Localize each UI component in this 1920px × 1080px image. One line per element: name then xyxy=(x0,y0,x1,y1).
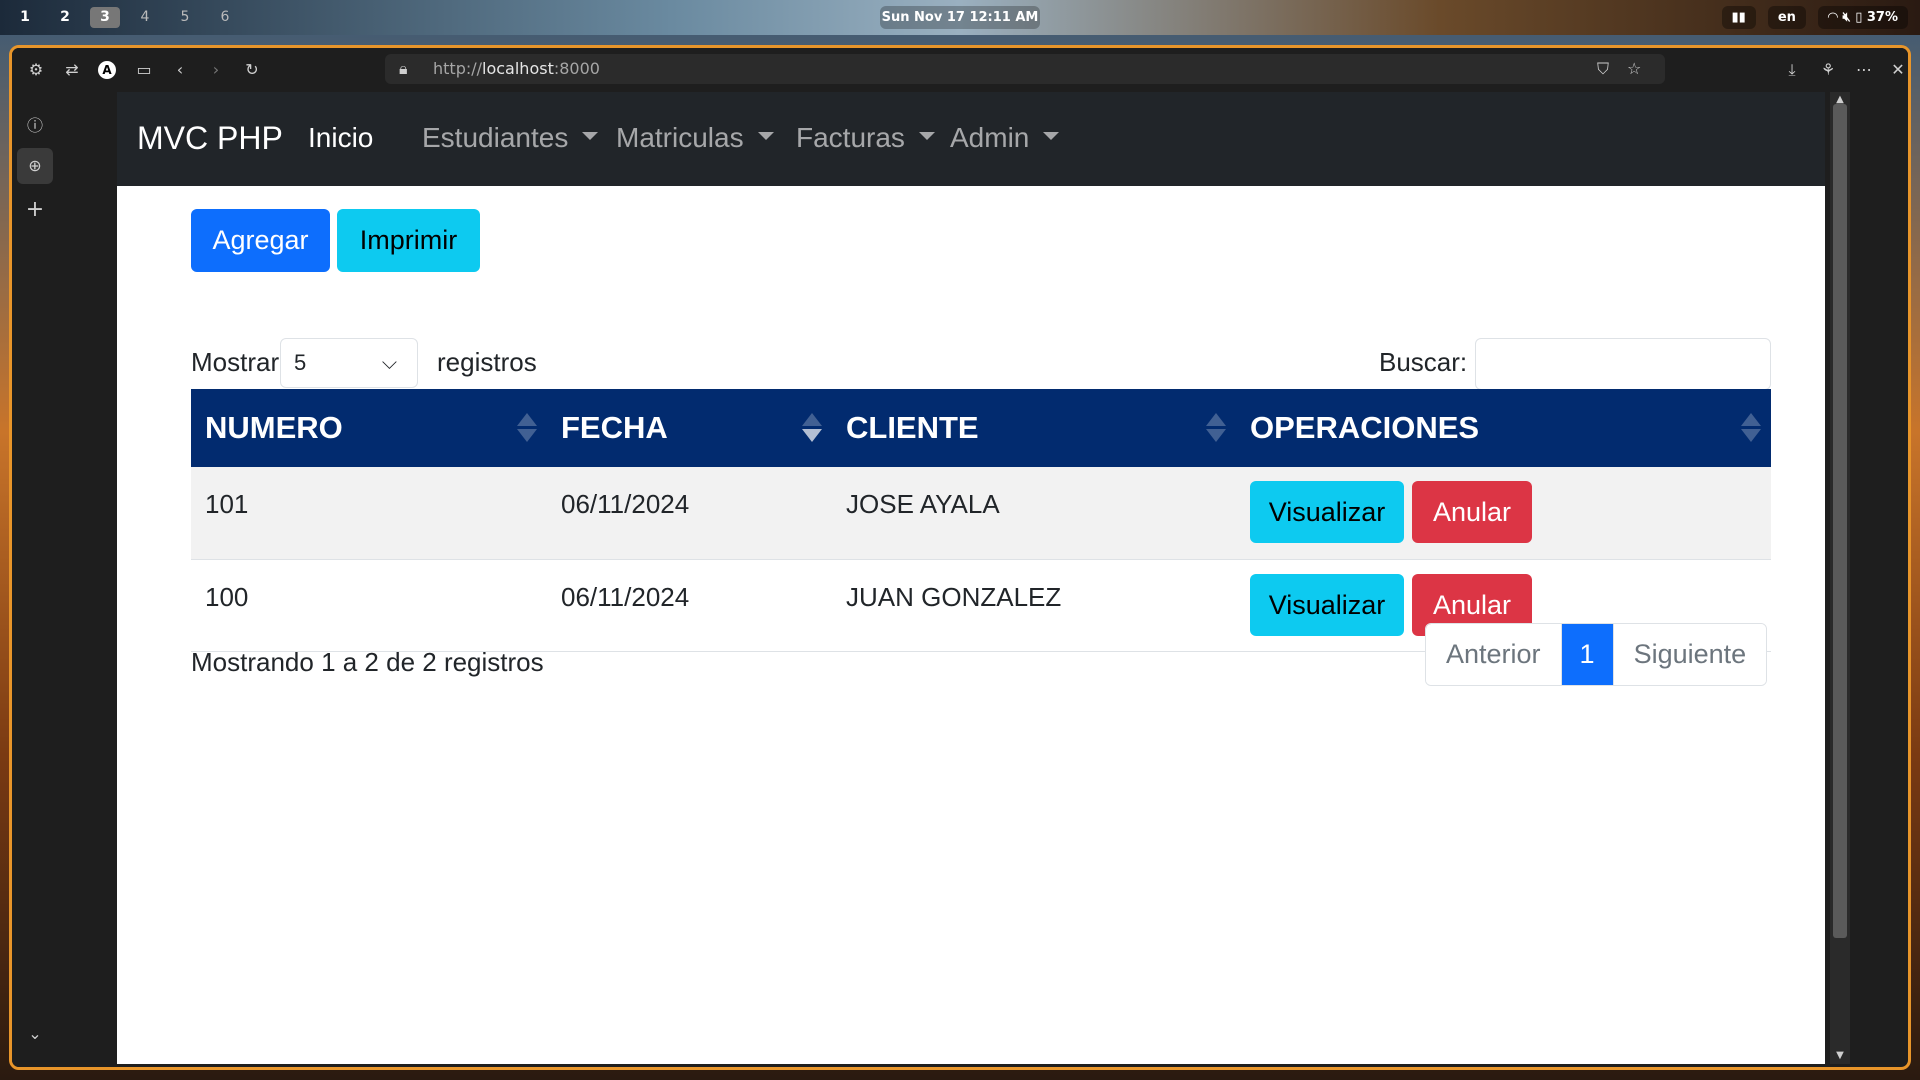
reload-icon[interactable]: ↻ xyxy=(242,60,262,80)
nav-item-estudiantes[interactable]: Estudiantes xyxy=(422,122,599,154)
desktop-top-bar: 1 2 3 4 5 6 Sun Nov 17 12:11 AM ▮▮ en ◠ … xyxy=(0,0,1920,35)
view-button[interactable]: Visualizar xyxy=(1250,481,1404,543)
lock-icon[interactable]: 🔒︎ xyxy=(399,54,408,84)
invoices-table: NUMERO FECHA CLIENTE OPERACIONES 101 06/… xyxy=(191,389,1771,652)
pagination: Anterior 1 Siguiente xyxy=(1425,623,1768,686)
cancel-invoice-button[interactable]: Anular xyxy=(1412,481,1532,543)
search-label: Buscar: xyxy=(1379,347,1468,377)
search-input[interactable] xyxy=(1475,338,1771,390)
menu-icon[interactable]: ⋯ xyxy=(1854,60,1874,80)
cell-fecha: 06/11/2024 xyxy=(547,467,832,560)
scroll-down-icon[interactable]: ▼ xyxy=(1833,1050,1847,1061)
add-panel-icon[interactable]: + xyxy=(23,198,47,222)
table-info: Mostrando 1 a 2 de 2 registros xyxy=(191,647,544,677)
clock[interactable]: Sun Nov 17 12:11 AM xyxy=(880,6,1040,29)
back-icon[interactable]: ‹ xyxy=(170,60,190,80)
workspace-1[interactable]: 1 xyxy=(10,7,40,28)
pagination-previous[interactable]: Anterior xyxy=(1426,624,1561,685)
sidebar-toggle-icon[interactable]: ▭ xyxy=(134,60,154,80)
workspace-3[interactable]: 3 xyxy=(90,7,120,28)
cell-cliente: JUAN GONZALEZ xyxy=(832,559,1236,652)
add-button[interactable]: Agregar xyxy=(191,209,330,272)
caret-down-icon xyxy=(757,131,774,140)
status-indicators[interactable]: ◠ 🔇︎ ▯ 37% xyxy=(1817,6,1908,29)
table-header-row: NUMERO FECHA CLIENTE OPERACIONES xyxy=(191,389,1771,467)
sort-desc-icon xyxy=(802,413,822,443)
keyboard-language[interactable]: en xyxy=(1767,6,1806,29)
sort-icon xyxy=(517,413,537,443)
window-layout-icon[interactable]: ▮▮ xyxy=(1721,6,1756,29)
nav-item-matriculas[interactable]: Matriculas xyxy=(616,122,774,154)
chevron-down-icon: ⌵ xyxy=(381,352,397,374)
cell-numero: 100 xyxy=(191,559,547,652)
workspace-6[interactable]: 6 xyxy=(210,7,240,28)
battery-icon: ▯ xyxy=(1855,10,1863,25)
battery-percent: 37% xyxy=(1866,10,1898,25)
browser-window: ⚙ ⇄ A ▭ ‹ › ↻ 🔒︎ http://localhost:8000 ⛉… xyxy=(9,45,1911,1070)
page-size-value: 5 xyxy=(294,350,307,375)
column-header-fecha[interactable]: FECHA xyxy=(547,389,832,467)
table-row: 101 06/11/2024 JOSE AYALA Visualizar Anu… xyxy=(191,467,1771,560)
page-size-select[interactable]: 5 ⌵ xyxy=(280,338,418,388)
cell-numero: 101 xyxy=(191,467,547,560)
shield-icon[interactable]: ⛉ xyxy=(1597,54,1609,84)
download-icon[interactable]: ⤓ xyxy=(1782,60,1802,80)
browser-sidebar: ⓘ ⊕ + ⌄ + xyxy=(12,92,58,1067)
close-icon[interactable]: ✕ xyxy=(1888,60,1908,80)
workspace-2[interactable]: 2 xyxy=(50,7,80,28)
scrollbar[interactable]: ▲ ▼ xyxy=(1830,92,1850,1064)
bookmark-star-icon[interactable]: ☆ xyxy=(1627,54,1641,84)
nav-item-inicio[interactable]: Inicio xyxy=(308,122,373,154)
workspace-5[interactable]: 5 xyxy=(170,7,200,28)
nav-item-facturas[interactable]: Facturas xyxy=(796,122,935,154)
cell-fecha: 06/11/2024 xyxy=(547,559,832,652)
address-bar[interactable]: 🔒︎ http://localhost:8000 ⛉ ☆ xyxy=(385,54,1665,84)
sort-icon xyxy=(1741,413,1761,443)
navbar-brand[interactable]: MVC PHP xyxy=(137,120,283,157)
caret-down-icon xyxy=(582,131,599,140)
account-icon[interactable]: A xyxy=(98,61,116,79)
url-text: http://localhost:8000 xyxy=(433,59,600,78)
workspace-switcher: 1 2 3 4 5 6 xyxy=(10,7,240,28)
forward-icon[interactable]: › xyxy=(206,60,226,80)
swap-icon[interactable]: ⇄ xyxy=(62,60,82,80)
view-button[interactable]: Visualizar xyxy=(1250,573,1404,636)
workspace-4[interactable]: 4 xyxy=(130,7,160,28)
nav-item-admin[interactable]: Admin xyxy=(950,122,1060,154)
cell-cliente: JOSE AYALA xyxy=(832,467,1236,560)
show-label: Mostrar xyxy=(191,347,280,377)
browser-toolbar: ⚙ ⇄ A ▭ ‹ › ↻ 🔒︎ http://localhost:8000 ⛉… xyxy=(12,48,1908,92)
globe-icon[interactable]: ⊕ xyxy=(17,148,53,184)
caret-down-icon xyxy=(1043,131,1060,140)
scrollbar-thumb[interactable] xyxy=(1833,104,1847,938)
volume-muted-icon: 🔇︎ xyxy=(1842,10,1851,25)
sort-icon xyxy=(1206,413,1226,443)
wifi-icon: ◠ xyxy=(1827,10,1838,25)
pagination-next[interactable]: Siguiente xyxy=(1612,624,1767,685)
column-header-cliente[interactable]: CLIENTE xyxy=(832,389,1236,467)
caret-down-icon xyxy=(918,131,935,140)
navbar: MVC PHP Inicio Estudiantes Matriculas Fa… xyxy=(117,92,1825,186)
chevron-down-icon[interactable]: ⌄ xyxy=(23,1022,47,1046)
column-header-numero[interactable]: NUMERO xyxy=(191,389,547,467)
page-viewport: MVC PHP Inicio Estudiantes Matriculas Fa… xyxy=(117,92,1825,1064)
cell-operaciones: Visualizar Anular xyxy=(1236,467,1771,560)
pagination-page-1[interactable]: 1 xyxy=(1560,624,1613,685)
system-tray: ▮▮ en ◠ 🔇︎ ▯ 37% xyxy=(1721,6,1908,29)
column-header-operaciones[interactable]: OPERACIONES xyxy=(1236,389,1771,467)
print-button[interactable]: Imprimir xyxy=(337,209,480,272)
settings-icon[interactable]: ⚙ xyxy=(26,60,46,80)
extensions-icon[interactable]: ⚘ xyxy=(1818,60,1838,80)
info-icon[interactable]: ⓘ xyxy=(23,114,47,138)
records-label: registros xyxy=(437,347,537,377)
